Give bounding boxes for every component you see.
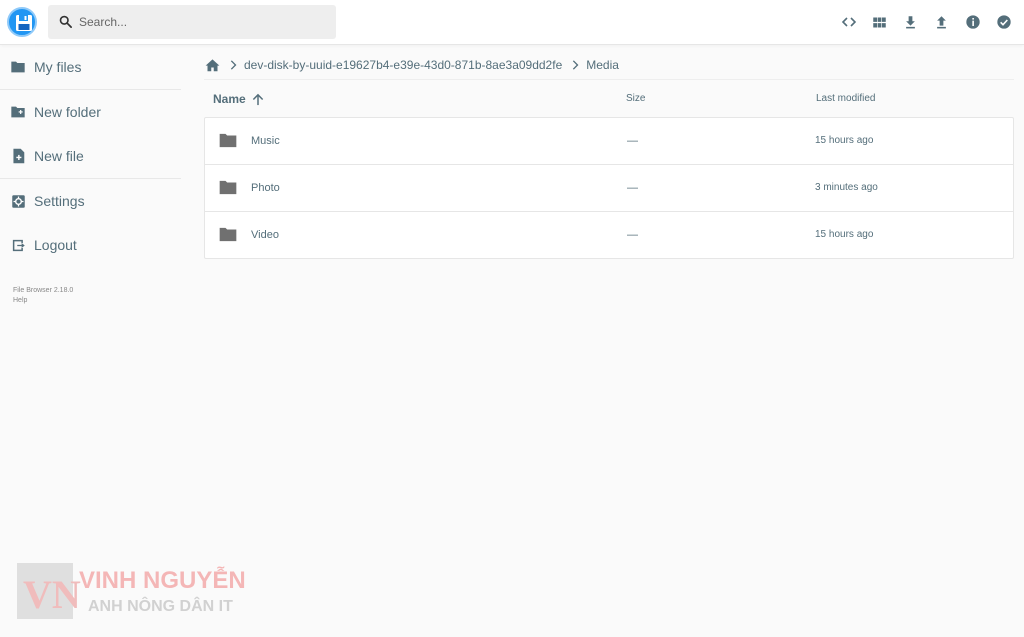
sidebar-item-my-files[interactable]: My files bbox=[0, 45, 181, 89]
version-link[interactable]: File Browser 2.18.0 bbox=[13, 286, 73, 296]
file-size: — bbox=[627, 182, 638, 194]
help-link[interactable]: Help bbox=[13, 296, 73, 306]
folder-icon bbox=[219, 133, 237, 148]
table-row[interactable]: Video — 15 hours ago bbox=[205, 212, 1013, 258]
column-header-name-label: Name bbox=[213, 92, 246, 106]
app-logo[interactable] bbox=[7, 7, 37, 37]
credits: File Browser 2.18.0 Help bbox=[13, 286, 73, 306]
sidebar-item-label: My files bbox=[34, 59, 82, 75]
column-header-name[interactable]: Name bbox=[213, 92, 264, 106]
home-button[interactable] bbox=[205, 58, 220, 72]
new-folder-icon bbox=[10, 104, 26, 120]
watermark-logo: VN bbox=[17, 563, 81, 619]
chevron-right-icon bbox=[571, 59, 579, 70]
select-icon bbox=[996, 15, 1011, 29]
settings-icon bbox=[10, 193, 26, 209]
logout-icon bbox=[10, 237, 26, 253]
sidebar-item-label: Logout bbox=[34, 237, 77, 253]
search-icon bbox=[59, 15, 72, 28]
search-box[interactable] bbox=[48, 5, 336, 39]
breadcrumb: dev-disk-by-uuid-e19627b4-e39e-43d0-871b… bbox=[204, 50, 1014, 80]
sidebar-item-label: New folder bbox=[34, 104, 101, 120]
sidebar-item-label: New file bbox=[34, 148, 84, 164]
file-modified: 15 hours ago bbox=[815, 135, 874, 146]
watermark-subtitle: ANH NÔNG DÂN IT bbox=[88, 598, 233, 615]
watermark-logo-text: VN bbox=[23, 572, 81, 617]
select-button[interactable] bbox=[988, 7, 1019, 37]
grid-view-button[interactable] bbox=[864, 7, 895, 37]
download-icon bbox=[906, 15, 915, 28]
file-modified: 3 minutes ago bbox=[815, 182, 878, 193]
table-row[interactable]: Photo — 3 minutes ago bbox=[205, 165, 1013, 212]
sidebar-item-new-folder[interactable]: New folder bbox=[0, 90, 181, 134]
search-input[interactable] bbox=[79, 5, 329, 39]
file-size: — bbox=[627, 135, 638, 147]
grid-view-icon bbox=[873, 17, 886, 27]
file-modified: 15 hours ago bbox=[815, 229, 874, 240]
upload-icon bbox=[937, 15, 946, 28]
home-icon bbox=[205, 58, 220, 71]
sidebar-item-settings[interactable]: Settings bbox=[0, 179, 181, 223]
file-list: Music — 15 hours ago Photo — 3 minutes a… bbox=[204, 117, 1014, 259]
breadcrumb-item-media[interactable]: Media bbox=[586, 58, 619, 72]
download-button[interactable] bbox=[895, 7, 926, 37]
table-row[interactable]: Music — 15 hours ago bbox=[205, 118, 1013, 165]
column-header-size[interactable]: Size bbox=[626, 93, 645, 104]
header-bar bbox=[0, 0, 1024, 45]
file-name: Music bbox=[251, 135, 280, 147]
sidebar-item-label: Settings bbox=[34, 193, 85, 209]
column-header-modified[interactable]: Last modified bbox=[816, 93, 875, 104]
info-button[interactable] bbox=[957, 7, 988, 37]
header-actions bbox=[833, 7, 1019, 37]
toggle-view-button[interactable] bbox=[833, 7, 864, 37]
list-header: Name Size Last modified bbox=[204, 84, 1014, 114]
sort-ascending-icon bbox=[252, 93, 263, 105]
new-file-icon bbox=[10, 148, 26, 164]
toggle-view-icon bbox=[841, 17, 856, 27]
info-icon bbox=[965, 15, 980, 29]
folder-icon bbox=[219, 180, 237, 195]
watermark-title: VINH NGUYỄN bbox=[79, 567, 246, 594]
upload-button[interactable] bbox=[926, 7, 957, 37]
watermark: VN VINH NGUYỄN ANH NÔNG DÂN IT bbox=[17, 563, 257, 623]
chevron-right-icon bbox=[229, 59, 237, 70]
folder-icon bbox=[219, 227, 237, 242]
folder-icon bbox=[10, 59, 26, 75]
file-size: — bbox=[627, 229, 638, 241]
file-name: Video bbox=[251, 229, 279, 241]
breadcrumb-item-disk[interactable]: dev-disk-by-uuid-e19627b4-e39e-43d0-871b… bbox=[244, 58, 562, 72]
file-name: Photo bbox=[251, 182, 280, 194]
floppy-icon bbox=[16, 15, 32, 31]
sidebar: My files New folder New file Settings Lo… bbox=[0, 45, 181, 304]
sidebar-item-new-file[interactable]: New file bbox=[0, 134, 181, 178]
sidebar-item-logout[interactable]: Logout bbox=[0, 223, 181, 267]
